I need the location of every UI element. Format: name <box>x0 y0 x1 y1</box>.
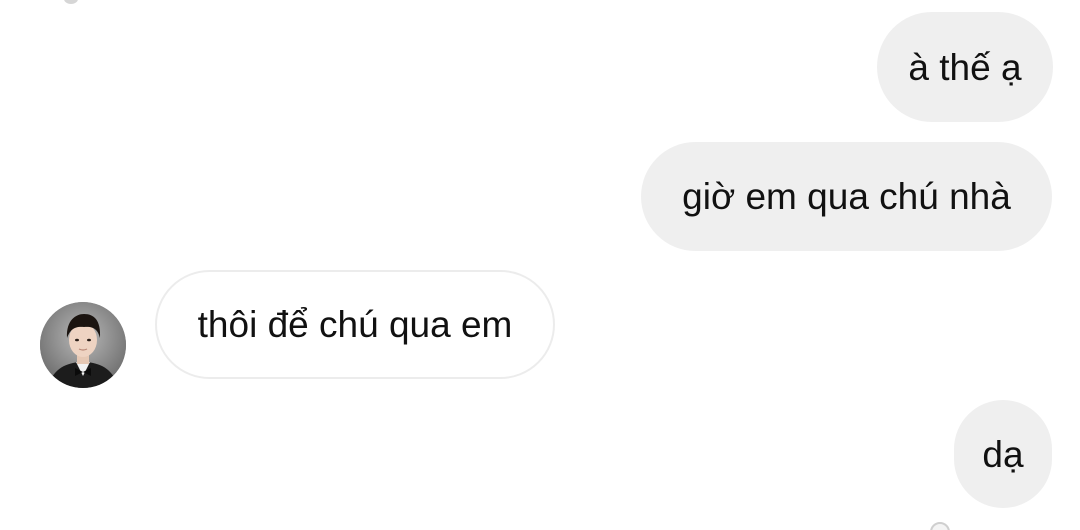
sent-message-bubble[interactable]: à thế ạ <box>877 12 1053 122</box>
chat-thread: à thế ạ giờ em qua chú nhà thôi để chú q… <box>0 0 1080 530</box>
message-text: thôi để chú qua em <box>197 304 513 345</box>
contact-avatar[interactable] <box>40 302 126 388</box>
top-edge-mark <box>64 0 78 4</box>
message-text: giờ em qua chú nhà <box>682 176 1011 217</box>
seen-indicator-icon <box>930 522 950 530</box>
received-message-bubble[interactable]: thôi để chú qua em <box>155 270 555 379</box>
message-text: à thế ạ <box>908 46 1022 88</box>
sent-message-bubble[interactable]: dạ <box>954 400 1052 508</box>
profile-photo-icon <box>40 302 126 388</box>
message-text: dạ <box>982 433 1024 475</box>
sent-message-bubble[interactable]: giờ em qua chú nhà <box>641 142 1052 251</box>
